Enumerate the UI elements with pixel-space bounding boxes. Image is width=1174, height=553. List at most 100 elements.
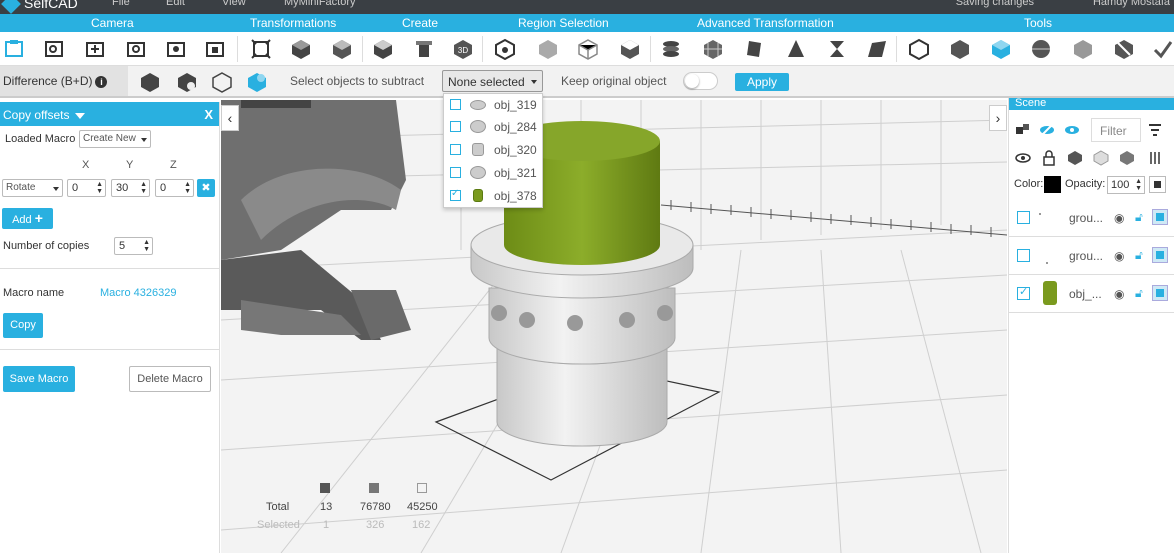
camera-reset-icon[interactable] <box>165 38 187 60</box>
stepper-arrows-icon[interactable]: ▲ ▼ <box>1135 178 1142 192</box>
category-camera[interactable]: Camera <box>91 16 134 30</box>
scene-row-obj[interactable]: obj_... ◉ 🔓︎ <box>1009 275 1174 313</box>
eye-icon[interactable]: ◉ <box>1114 211 1124 225</box>
unlock-icon[interactable]: 🔓︎ <box>1135 210 1143 225</box>
checkbox[interactable] <box>450 167 461 178</box>
category-region-selection[interactable]: Region Selection <box>518 16 609 30</box>
dropdown-item-obj-284[interactable]: obj_284 <box>444 116 542 138</box>
difference-mode-4-icon[interactable] <box>246 71 268 93</box>
nav-left-button[interactable]: ‹ <box>221 105 239 131</box>
cube-wire-icon[interactable] <box>1093 150 1109 166</box>
generator-icon[interactable]: 3D <box>452 38 474 60</box>
category-create[interactable]: Create <box>402 16 438 30</box>
grid-cube-icon[interactable] <box>702 38 724 60</box>
group-icon[interactable] <box>1015 122 1031 138</box>
sort-icon[interactable] <box>1147 122 1163 138</box>
apply-button[interactable]: Apply <box>735 73 789 91</box>
hourglass-icon[interactable] <box>826 38 848 60</box>
dropdown-item-obj-321[interactable]: obj_321 <box>444 162 542 184</box>
dropdown-item-obj-378[interactable]: obj_378 <box>444 185 542 207</box>
save-macro-button[interactable]: Save Macro <box>3 366 75 392</box>
x-offset-input[interactable]: 0 ▲ ▼ <box>67 179 106 197</box>
unlock-icon[interactable]: 🔓︎ <box>1135 286 1143 301</box>
z-offset-input[interactable]: 0 ▲ ▼ <box>155 179 194 197</box>
scene-filter-input[interactable]: Filter <box>1091 118 1141 142</box>
hide-all-icon[interactable] <box>1039 122 1055 138</box>
checkbox[interactable] <box>450 144 461 155</box>
slice-icon[interactable] <box>1113 38 1135 60</box>
checkbox[interactable] <box>1017 285 1030 300</box>
checkbox[interactable] <box>450 188 461 201</box>
user-name[interactable]: Hamdy Mostafa <box>1093 0 1170 8</box>
settings-sliders-icon[interactable] <box>1147 150 1163 166</box>
difference-mode-3-icon[interactable] <box>211 71 233 93</box>
delete-macro-button[interactable]: Delete Macro <box>129 366 211 392</box>
select-object-icon[interactable] <box>619 38 641 60</box>
macro-name-value[interactable]: Macro 4326329 <box>100 287 176 299</box>
3d-viewport[interactable]: ‹ › Total 13 76780 45250 Selected 1 326 … <box>221 100 1007 553</box>
checkbox[interactable] <box>450 121 461 132</box>
difference-mode-1-icon[interactable] <box>139 71 161 93</box>
checkbox[interactable] <box>1017 211 1030 224</box>
sphere-icon[interactable] <box>1030 38 1052 60</box>
shear-icon[interactable] <box>866 38 888 60</box>
cube-icon[interactable] <box>1152 247 1168 263</box>
offset-operation-select[interactable]: Rotate <box>2 179 63 197</box>
cube-icon[interactable] <box>372 38 394 60</box>
check-tool-icon[interactable] <box>1152 38 1174 60</box>
visibility-column-icon[interactable] <box>1015 150 1031 166</box>
menu-view[interactable]: View <box>222 0 246 8</box>
category-advanced-transformation[interactable]: Advanced Transformation <box>697 16 834 30</box>
subtract-objects-dropdown[interactable]: None selected <box>442 70 543 92</box>
camera-pan-icon[interactable] <box>84 38 106 60</box>
camera-zoom-icon[interactable] <box>43 38 65 60</box>
stepper-arrows-icon[interactable]: ▲ ▼ <box>96 181 103 195</box>
scale-cube-icon[interactable] <box>290 38 312 60</box>
close-icon[interactable]: X <box>204 107 213 122</box>
cube-icon[interactable] <box>1152 285 1168 301</box>
stack-icon[interactable] <box>660 38 682 60</box>
scene-row-group-2[interactable]: grou... ◉ 🔓︎ <box>1009 237 1174 275</box>
select-vertex-icon[interactable] <box>494 38 516 60</box>
select-face-icon[interactable] <box>577 38 599 60</box>
rotate-cube-icon[interactable] <box>331 38 353 60</box>
menu-edit[interactable]: Edit <box>166 0 185 8</box>
intersection-icon[interactable] <box>1072 38 1094 60</box>
number-of-copies-input[interactable]: 5 ▲ ▼ <box>114 237 153 255</box>
eye-icon[interactable]: ◉ <box>1114 287 1124 301</box>
camera-front-icon[interactable] <box>3 38 25 60</box>
keep-original-toggle[interactable] <box>683 72 718 90</box>
copy-button[interactable]: Copy <box>3 313 43 338</box>
cube-solid-icon[interactable] <box>1067 150 1083 166</box>
camera-home-icon[interactable] <box>204 38 226 60</box>
nav-right-button[interactable]: › <box>989 105 1007 131</box>
move-icon[interactable] <box>250 38 272 60</box>
select-edge-icon[interactable] <box>537 38 559 60</box>
stepper-arrows-icon[interactable]: ▲ ▼ <box>140 181 147 195</box>
clear-offset-button[interactable]: ✖ <box>197 179 215 197</box>
checkbox[interactable] <box>450 99 461 110</box>
cube-icon[interactable] <box>1152 209 1168 225</box>
cone-icon[interactable] <box>785 38 807 60</box>
loaded-macro-select[interactable]: Create New <box>79 130 151 148</box>
union-icon[interactable] <box>908 38 930 60</box>
3d-scene[interactable] <box>221 100 1007 553</box>
difference-icon[interactable] <box>949 38 971 60</box>
eye-icon[interactable] <box>1064 122 1080 138</box>
info-icon[interactable]: i <box>95 76 108 88</box>
category-tools[interactable]: Tools <box>1024 16 1052 30</box>
difference-mode-2-icon[interactable] <box>176 71 198 93</box>
y-offset-input[interactable]: 30 ▲ ▼ <box>111 179 150 197</box>
opacity-input[interactable]: 100 ▲ ▼ <box>1107 176 1145 194</box>
eye-icon[interactable]: ◉ <box>1114 249 1124 263</box>
dropdown-item-obj-320[interactable]: obj_320 <box>444 139 542 161</box>
scene-row-group-1[interactable]: grou... ◉ 🔓︎ <box>1009 199 1174 237</box>
color-options-button[interactable] <box>1149 176 1166 193</box>
checkbox[interactable] <box>1017 249 1030 262</box>
category-transformations[interactable]: Transformations <box>250 16 336 30</box>
cube-shaded-icon[interactable] <box>1119 150 1135 166</box>
stepper-arrows-icon[interactable]: ▲ ▼ <box>143 239 150 253</box>
caret-down-icon[interactable] <box>75 112 86 119</box>
add-offset-button[interactable]: Add + <box>2 208 53 229</box>
shapes-icon[interactable] <box>413 38 435 60</box>
